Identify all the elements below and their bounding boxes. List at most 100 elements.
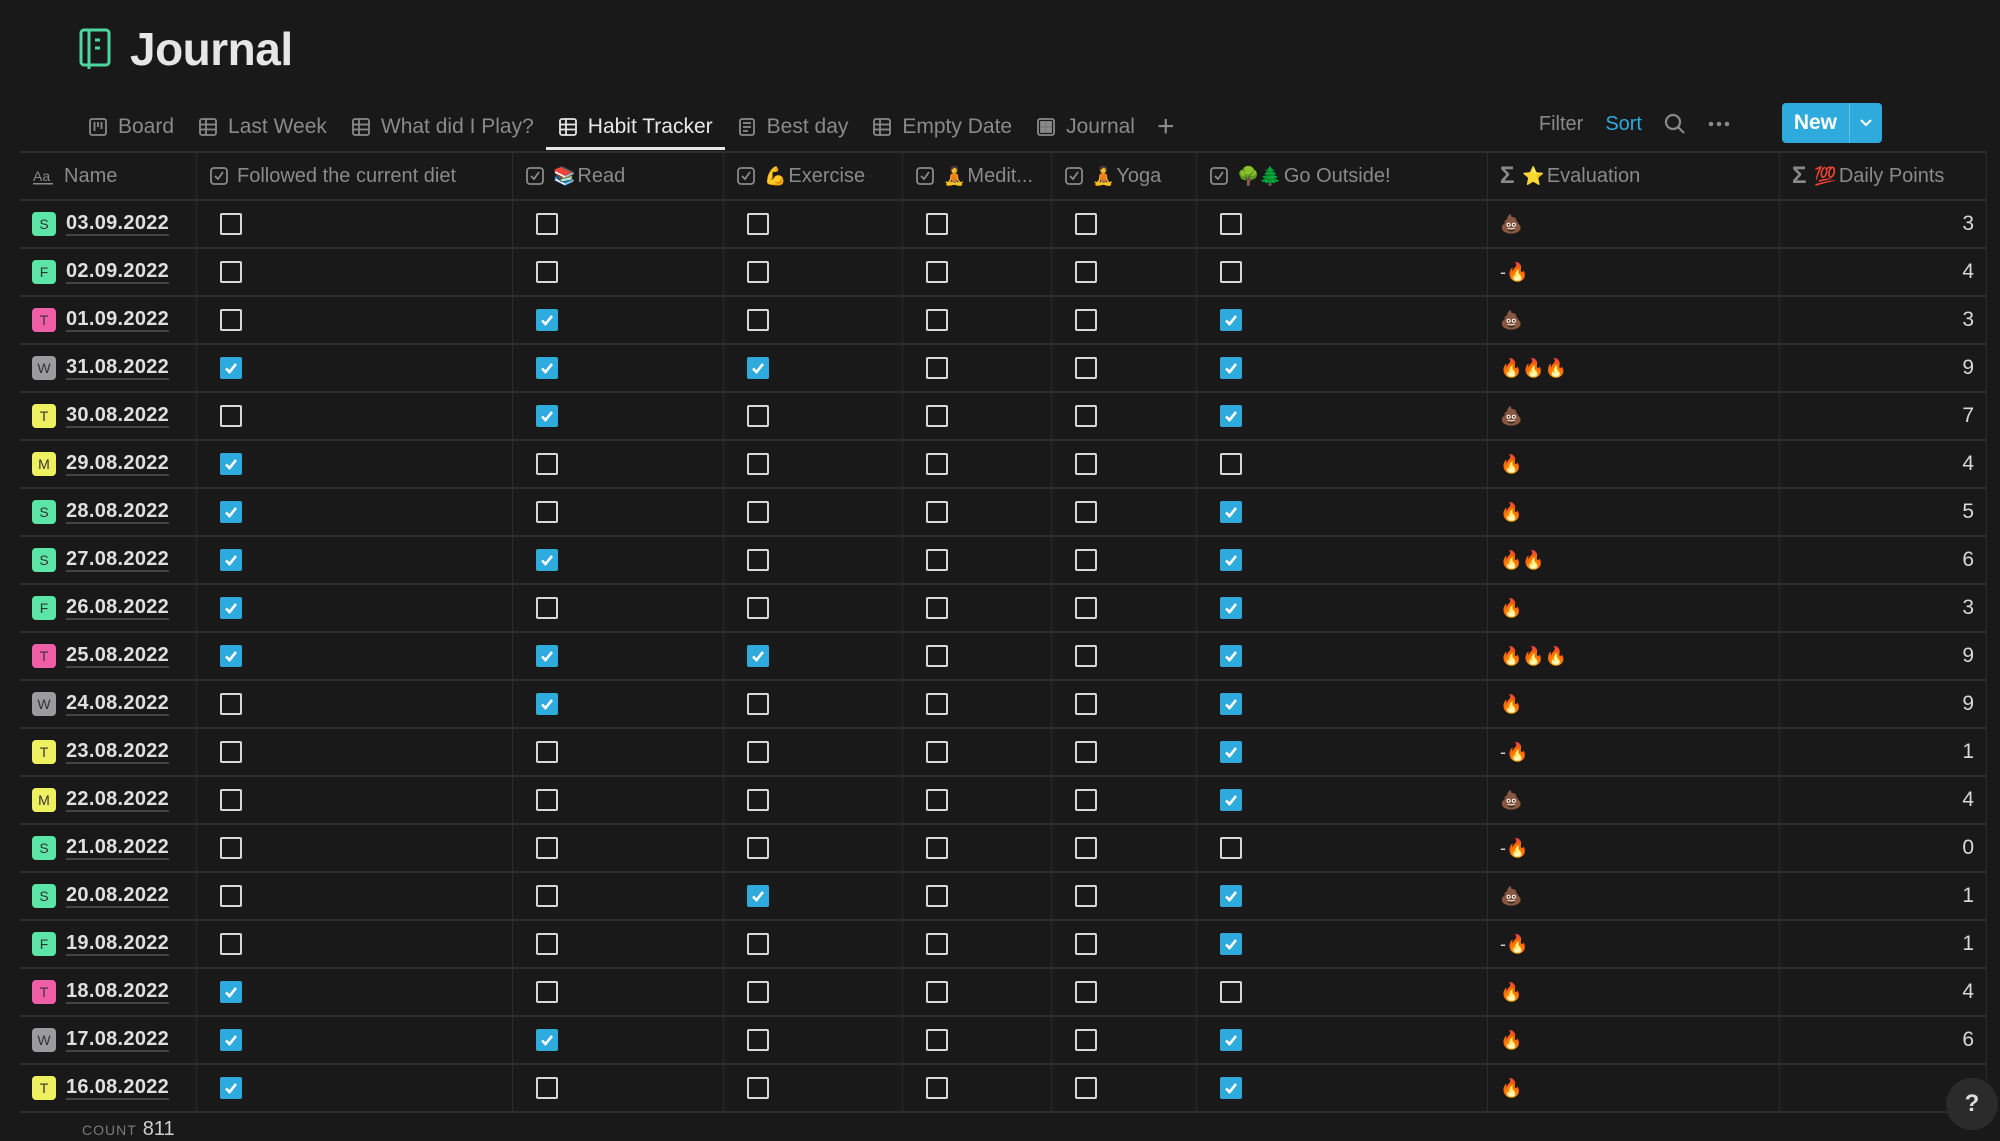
table-row[interactable]: W 24.08.2022 🔥 9	[20, 681, 1987, 729]
entry-title-link[interactable]: 26.08.2022	[66, 596, 170, 620]
read-checkbox[interactable]	[536, 1077, 558, 1099]
diet-checkbox[interactable]	[220, 981, 242, 1003]
meditate-checkbox[interactable]	[926, 981, 948, 1003]
meditate-checkbox[interactable]	[926, 693, 948, 715]
meditate-checkbox[interactable]	[926, 645, 948, 667]
entry-title-link[interactable]: 27.08.2022	[66, 548, 170, 572]
exercise-checkbox[interactable]	[747, 261, 769, 283]
diet-checkbox[interactable]	[220, 837, 242, 859]
entry-title-link[interactable]: 03.09.2022	[66, 212, 170, 236]
entry-title-link[interactable]: 28.08.2022	[66, 500, 170, 524]
table-row[interactable]: T 23.08.2022 -🔥 1	[20, 729, 1987, 777]
meditate-checkbox[interactable]	[926, 1077, 948, 1099]
entry-title-link[interactable]: 29.08.2022	[66, 452, 170, 476]
outside-checkbox[interactable]	[1220, 693, 1242, 715]
diet-checkbox[interactable]	[220, 693, 242, 715]
exercise-checkbox[interactable]	[747, 453, 769, 475]
meditate-checkbox[interactable]	[926, 837, 948, 859]
exercise-checkbox[interactable]	[747, 741, 769, 763]
read-checkbox[interactable]	[536, 933, 558, 955]
yoga-checkbox[interactable]	[1075, 213, 1097, 235]
tab-habit-tracker[interactable]: Habit Tracker	[545, 104, 725, 150]
column-header-read[interactable]: 📚 Read	[513, 153, 724, 199]
outside-checkbox[interactable]	[1220, 1077, 1242, 1099]
yoga-checkbox[interactable]	[1075, 1029, 1097, 1051]
read-checkbox[interactable]	[536, 213, 558, 235]
meditate-checkbox[interactable]	[926, 597, 948, 619]
column-header-name[interactable]: Aa Name	[20, 153, 197, 199]
diet-checkbox[interactable]	[220, 885, 242, 907]
more-options-icon[interactable]	[1708, 121, 1730, 127]
filter-button[interactable]: Filter	[1539, 113, 1583, 136]
table-row[interactable]: M 22.08.2022 💩 4	[20, 777, 1987, 825]
entry-title-link[interactable]: 17.08.2022	[66, 1028, 170, 1052]
entry-title-link[interactable]: 30.08.2022	[66, 404, 170, 428]
diet-checkbox[interactable]	[220, 933, 242, 955]
tab-last-week[interactable]: Last Week	[186, 104, 339, 150]
read-checkbox[interactable]	[536, 453, 558, 475]
entry-title-link[interactable]: 31.08.2022	[66, 356, 170, 380]
read-checkbox[interactable]	[536, 357, 558, 379]
read-checkbox[interactable]	[536, 981, 558, 1003]
read-checkbox[interactable]	[536, 645, 558, 667]
tab-best-day[interactable]: Best day	[725, 104, 861, 150]
yoga-checkbox[interactable]	[1075, 357, 1097, 379]
exercise-checkbox[interactable]	[747, 693, 769, 715]
tab-journal[interactable]: Journal	[1024, 104, 1147, 150]
outside-checkbox[interactable]	[1220, 453, 1242, 475]
read-checkbox[interactable]	[536, 885, 558, 907]
meditate-checkbox[interactable]	[926, 885, 948, 907]
add-view-button[interactable]: +	[1147, 104, 1185, 150]
read-checkbox[interactable]	[536, 741, 558, 763]
entry-title-link[interactable]: 22.08.2022	[66, 788, 170, 812]
meditate-checkbox[interactable]	[926, 357, 948, 379]
read-checkbox[interactable]	[536, 1029, 558, 1051]
diet-checkbox[interactable]	[220, 1029, 242, 1051]
new-dropdown-button[interactable]	[1849, 103, 1882, 143]
table-row[interactable]: M 29.08.2022 🔥 4	[20, 441, 1987, 489]
diet-checkbox[interactable]	[220, 501, 242, 523]
read-checkbox[interactable]	[536, 693, 558, 715]
table-row[interactable]: F 02.09.2022 -🔥 4	[20, 249, 1987, 297]
yoga-checkbox[interactable]	[1075, 981, 1097, 1003]
column-header-exercise[interactable]: 💪 Exercise	[724, 153, 903, 199]
read-checkbox[interactable]	[536, 261, 558, 283]
read-checkbox[interactable]	[536, 549, 558, 571]
entry-title-link[interactable]: 25.08.2022	[66, 644, 170, 668]
diet-checkbox[interactable]	[220, 597, 242, 619]
yoga-checkbox[interactable]	[1075, 741, 1097, 763]
yoga-checkbox[interactable]	[1075, 501, 1097, 523]
search-icon[interactable]	[1664, 113, 1686, 135]
exercise-checkbox[interactable]	[747, 549, 769, 571]
table-row[interactable]: F 19.08.2022 -🔥 1	[20, 921, 1987, 969]
meditate-checkbox[interactable]	[926, 405, 948, 427]
exercise-checkbox[interactable]	[747, 933, 769, 955]
entry-title-link[interactable]: 16.08.2022	[66, 1076, 170, 1100]
table-row[interactable]: T 25.08.2022 🔥🔥🔥 9	[20, 633, 1987, 681]
diet-checkbox[interactable]	[220, 213, 242, 235]
yoga-checkbox[interactable]	[1075, 309, 1097, 331]
outside-checkbox[interactable]	[1220, 501, 1242, 523]
yoga-checkbox[interactable]	[1075, 645, 1097, 667]
table-row[interactable]: T 30.08.2022 💩 7	[20, 393, 1987, 441]
meditate-checkbox[interactable]	[926, 213, 948, 235]
yoga-checkbox[interactable]	[1075, 789, 1097, 811]
exercise-checkbox[interactable]	[747, 213, 769, 235]
entry-title-link[interactable]: 20.08.2022	[66, 884, 170, 908]
table-row[interactable]: S 27.08.2022 🔥🔥 6	[20, 537, 1987, 585]
diet-checkbox[interactable]	[220, 789, 242, 811]
exercise-checkbox[interactable]	[747, 1029, 769, 1051]
read-checkbox[interactable]	[536, 837, 558, 859]
meditate-checkbox[interactable]	[926, 501, 948, 523]
read-checkbox[interactable]	[536, 309, 558, 331]
outside-checkbox[interactable]	[1220, 981, 1242, 1003]
entry-title-link[interactable]: 01.09.2022	[66, 308, 170, 332]
yoga-checkbox[interactable]	[1075, 597, 1097, 619]
diet-checkbox[interactable]	[220, 357, 242, 379]
tab-what-did-i-play[interactable]: What did I Play?	[339, 104, 546, 150]
table-row[interactable]: W 31.08.2022 🔥🔥🔥 9	[20, 345, 1987, 393]
entry-title-link[interactable]: 23.08.2022	[66, 740, 170, 764]
outside-checkbox[interactable]	[1220, 357, 1242, 379]
outside-checkbox[interactable]	[1220, 741, 1242, 763]
table-row[interactable]: T 16.08.2022 🔥	[20, 1065, 1987, 1113]
